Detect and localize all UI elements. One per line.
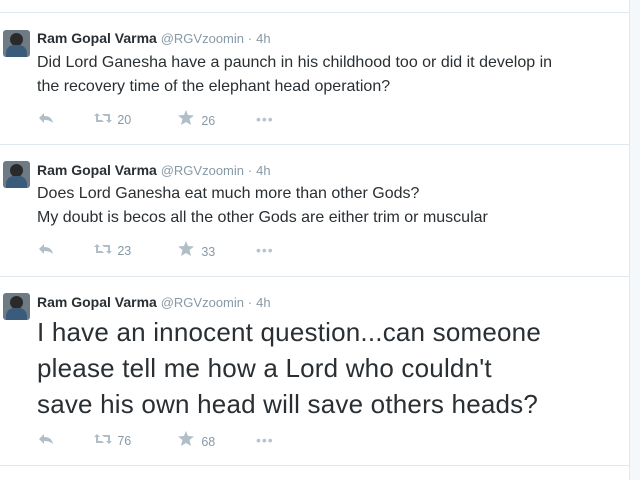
next-tweet-edge (0, 466, 629, 480)
avatar[interactable] (3, 161, 30, 188)
avatar[interactable] (3, 293, 30, 320)
separator: · (247, 295, 253, 310)
favorite-count: 33 (201, 245, 216, 259)
favorite-star-icon (177, 431, 195, 450)
tweet-text: Does Lord Ganesha eat much more than oth… (37, 182, 622, 230)
favorite-button[interactable]: 68 (177, 431, 215, 449)
author-name[interactable]: Ram Gopal Varma (37, 30, 157, 46)
page-background-edge (630, 0, 640, 480)
favorite-count: 68 (201, 435, 216, 449)
retweet-icon (93, 110, 112, 128)
retweet-count: 76 (117, 434, 132, 448)
retweet-button[interactable]: 23 (93, 241, 131, 259)
favorite-button[interactable]: 33 (177, 241, 215, 259)
tweet-1[interactable]: Ram Gopal Varma @RGVzoomin · 4h Did Lord… (0, 13, 629, 145)
reply-button[interactable] (37, 241, 55, 259)
timestamp[interactable]: 4h (256, 163, 270, 178)
tweet-text-line: Does Lord Ganesha eat much more than oth… (37, 185, 420, 202)
tweet-header: Ram Gopal Varma @RGVzoomin · 4h (37, 293, 271, 311)
favorite-star-icon (177, 241, 195, 260)
tweet-text-line: the recovery time of the elephant head o… (37, 78, 391, 95)
author-name[interactable]: Ram Gopal Varma (37, 294, 157, 310)
more-options-button[interactable]: ••• (256, 241, 274, 259)
tweet-text: Did Lord Ganesha have a paunch in his ch… (37, 51, 622, 99)
retweet-count: 20 (117, 113, 132, 127)
tweet-timeline: Ram Gopal Varma @RGVzoomin · 4h Did Lord… (0, 0, 630, 480)
reply-button[interactable] (37, 110, 55, 128)
tweet-header: Ram Gopal Varma @RGVzoomin · 4h (37, 161, 271, 179)
more-options-icon: ••• (256, 111, 274, 127)
author-handle[interactable]: @RGVzoomin (161, 31, 244, 46)
favorite-button[interactable]: 26 (177, 110, 215, 128)
tweet-text: I have an innocent question...can someon… (37, 314, 622, 422)
author-handle[interactable]: @RGVzoomin (161, 295, 244, 310)
retweet-icon (93, 241, 112, 259)
more-options-icon: ••• (256, 242, 274, 258)
tweet-2[interactable]: Ram Gopal Varma @RGVzoomin · 4h Does Lor… (0, 145, 629, 277)
reply-button[interactable] (37, 431, 55, 449)
tweet-3[interactable]: Ram Gopal Varma @RGVzoomin · 4h I have a… (0, 277, 629, 466)
tweet-text-line: please tell me how a Lord who couldn't (37, 353, 492, 383)
more-options-icon: ••• (256, 432, 274, 448)
favorite-star-icon (177, 110, 195, 129)
retweet-icon (93, 431, 112, 449)
timestamp[interactable]: 4h (256, 295, 270, 310)
favorite-count: 26 (201, 114, 216, 128)
tweet-header: Ram Gopal Varma @RGVzoomin · 4h (37, 29, 271, 47)
reply-icon (37, 110, 55, 128)
author-handle[interactable]: @RGVzoomin (161, 163, 244, 178)
more-options-button[interactable]: ••• (256, 110, 274, 128)
tweet-text-line: save his own head will save others heads… (37, 389, 539, 419)
separator: · (247, 163, 253, 178)
reply-icon (37, 431, 55, 449)
retweet-count: 23 (117, 244, 132, 258)
retweet-button[interactable]: 76 (93, 431, 131, 449)
retweet-button[interactable]: 20 (93, 110, 131, 128)
tweet-text-line: Did Lord Ganesha have a paunch in his ch… (37, 54, 553, 71)
author-name[interactable]: Ram Gopal Varma (37, 162, 157, 178)
timestamp[interactable]: 4h (256, 31, 270, 46)
previous-tweet-edge (0, 0, 629, 13)
tweet-text-line: I have an innocent question...can someon… (37, 317, 541, 347)
reply-icon (37, 241, 55, 259)
more-options-button[interactable]: ••• (256, 431, 274, 449)
tweet-text-line: My doubt is becos all the other Gods are… (37, 209, 488, 226)
avatar[interactable] (3, 30, 30, 57)
separator: · (247, 31, 253, 46)
